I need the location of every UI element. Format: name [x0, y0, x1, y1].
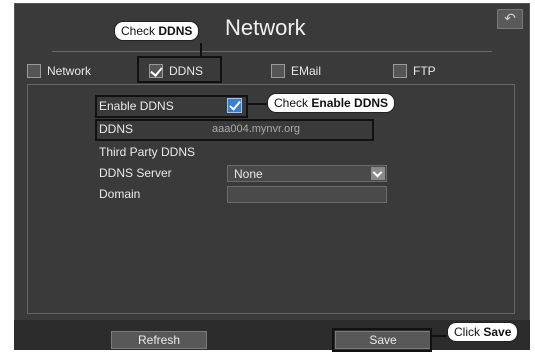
- tab-ftp-checkbox[interactable]: [393, 64, 407, 78]
- back-arrow-icon: ↶: [504, 10, 516, 26]
- save-button-highlight: [332, 328, 432, 352]
- tab-ftp[interactable]: FTP: [393, 62, 436, 80]
- tab-email-label: EMail: [291, 64, 322, 78]
- header-divider: [52, 51, 492, 52]
- tab-network[interactable]: Network: [27, 62, 91, 80]
- tab-ftp-label: FTP: [413, 64, 436, 78]
- domain-label: Domain: [99, 187, 141, 201]
- save-callout-connector: [432, 335, 447, 337]
- tab-network-label: Network: [47, 64, 92, 78]
- callout-bold-text: Enable DDNS: [311, 96, 389, 110]
- enable-ddns-highlight: [95, 95, 248, 118]
- chevron-down-icon[interactable]: [371, 167, 385, 180]
- click-save-callout: Click Save: [447, 322, 519, 342]
- callout-text: Check: [121, 24, 159, 38]
- window-title: Network: [225, 15, 306, 40]
- enable-callout-connector: [248, 103, 268, 105]
- check-ddns-callout: Check DDNS: [114, 21, 200, 41]
- ddns-server-select[interactable]: None: [227, 165, 387, 182]
- tab-email[interactable]: EMail: [271, 62, 321, 80]
- tab-email-checkbox[interactable]: [271, 64, 285, 78]
- callout-text: Click: [454, 325, 484, 339]
- ddns-server-label: DDNS Server: [99, 166, 172, 180]
- tab-network-checkbox[interactable]: [27, 64, 41, 78]
- ddns-callout-connector: [200, 43, 202, 57]
- ddns-server-value: None: [234, 167, 263, 181]
- callout-text: Check: [274, 96, 312, 110]
- refresh-button[interactable]: Refresh: [111, 331, 207, 349]
- third-party-ddns-label: Third Party DDNS: [99, 145, 196, 159]
- callout-bold-text: Save: [483, 325, 512, 339]
- ddns-tab-highlight: [137, 56, 222, 83]
- domain-input[interactable]: [227, 186, 387, 203]
- back-button[interactable]: ↶: [497, 9, 523, 29]
- ddns-address-highlight: [95, 119, 374, 141]
- check-enable-ddns-callout: Check Enable DDNS: [267, 93, 396, 113]
- callout-bold-text: DDNS: [158, 24, 193, 38]
